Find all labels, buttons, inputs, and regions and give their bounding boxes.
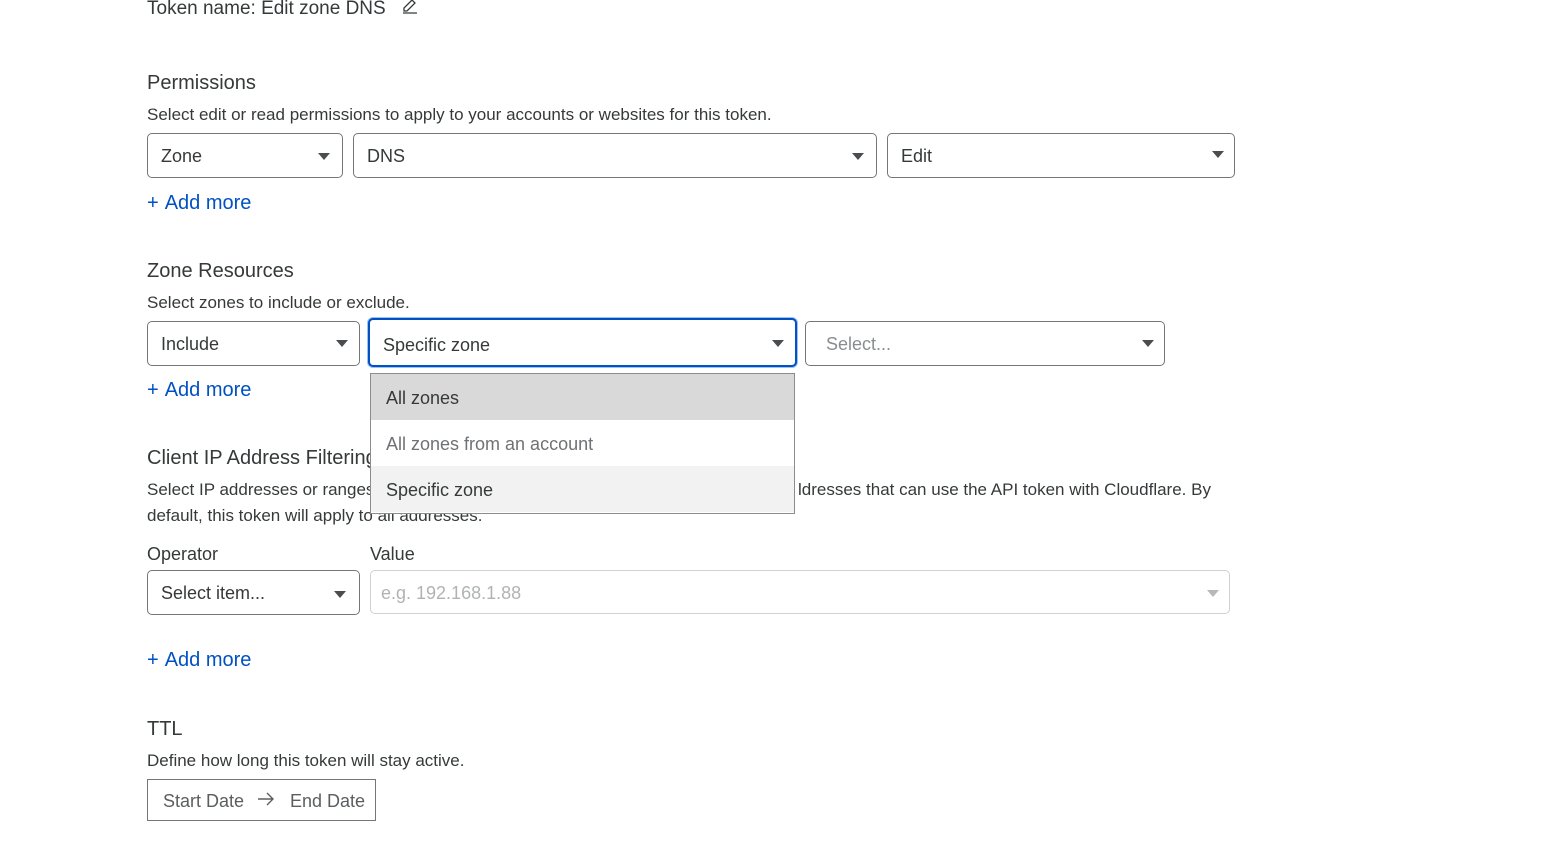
pencil-icon[interactable]: [401, 0, 419, 21]
chevron-down-icon: [1142, 340, 1154, 347]
ttl-heading: TTL: [147, 718, 183, 740]
operator-placeholder: Select item...: [161, 583, 266, 603]
add-more-label: Add more: [164, 649, 252, 671]
chevron-down-icon: [1212, 151, 1224, 158]
add-more-label: Add more: [164, 379, 252, 401]
permission-access-value: Edit: [901, 146, 933, 166]
plus-icon: +: [147, 192, 159, 214]
chevron-down-icon: [1207, 590, 1219, 597]
end-date-input[interactable]: End Date: [290, 790, 365, 812]
permissions-add-more-link[interactable]: + Add more: [147, 191, 251, 215]
plus-icon: +: [147, 379, 159, 401]
zone-resources-description: Select zones to include or exclude.: [147, 293, 410, 312]
operator-select[interactable]: Select item...: [147, 570, 360, 615]
dropdown-option-all-zones-from-account[interactable]: All zones from an account: [371, 420, 794, 466]
zone-mode-value: Include: [161, 334, 220, 354]
chevron-down-icon: [334, 591, 346, 598]
chevron-down-icon: [772, 340, 784, 347]
permission-resource-value: DNS: [367, 146, 406, 166]
ip-filtering-description-line2-left: default, this token will apply t: [147, 506, 364, 525]
plus-icon: +: [147, 649, 159, 671]
zone-type-select[interactable]: Specific zone: [368, 318, 797, 367]
permission-access-select[interactable]: Edit: [887, 133, 1235, 178]
ip-value-input[interactable]: e.g. 192.168.1.88: [370, 570, 1230, 614]
permission-scope-value: Zone: [161, 146, 203, 166]
chevron-down-icon: [852, 153, 864, 160]
add-more-label: Add more: [164, 192, 252, 214]
zone-resources-heading: Zone Resources: [147, 260, 294, 282]
permissions-heading: Permissions: [147, 72, 256, 94]
ip-filtering-description-left: Select IP addresses or ranges: [147, 480, 375, 499]
start-date-input[interactable]: Start Date: [163, 790, 244, 812]
ip-value-placeholder: e.g. 192.168.1.88: [381, 583, 522, 603]
zone-resources-add-more-link[interactable]: + Add more: [147, 378, 251, 402]
permission-resource-select[interactable]: DNS: [353, 133, 877, 178]
zone-select-placeholder: Select...: [826, 334, 892, 354]
zone-mode-select[interactable]: Include: [147, 321, 360, 366]
ip-filtering-description-right: ldresses that can use the API token with…: [798, 480, 1211, 499]
arrow-right-icon: [256, 789, 276, 814]
value-label: Value: [370, 544, 415, 564]
permissions-description: Select edit or read permissions to apply…: [147, 105, 772, 124]
chevron-down-icon: [318, 153, 330, 160]
ttl-description: Define how long this token will stay act…: [147, 751, 465, 770]
token-name: Token name: Edit zone DNS: [147, 0, 419, 21]
chevron-down-icon: [336, 340, 348, 347]
ttl-date-range-picker[interactable]: Start Date End Date: [147, 779, 376, 821]
zone-type-value: Specific zone: [383, 335, 491, 355]
dropdown-option-specific-zone[interactable]: Specific zone: [371, 466, 794, 512]
ip-filtering-heading: Client IP Address Filtering: [147, 447, 377, 469]
dropdown-option-all-zones[interactable]: All zones: [371, 374, 794, 420]
zone-type-dropdown-menu: All zones All zones from an account Spec…: [370, 373, 795, 514]
permission-scope-select[interactable]: Zone: [147, 133, 343, 178]
operator-label: Operator: [147, 544, 219, 564]
ip-filtering-add-more-link[interactable]: + Add more: [147, 648, 251, 672]
token-name-label: Token name: Edit zone DNS: [147, 0, 386, 20]
zone-select[interactable]: Select...: [805, 321, 1165, 366]
